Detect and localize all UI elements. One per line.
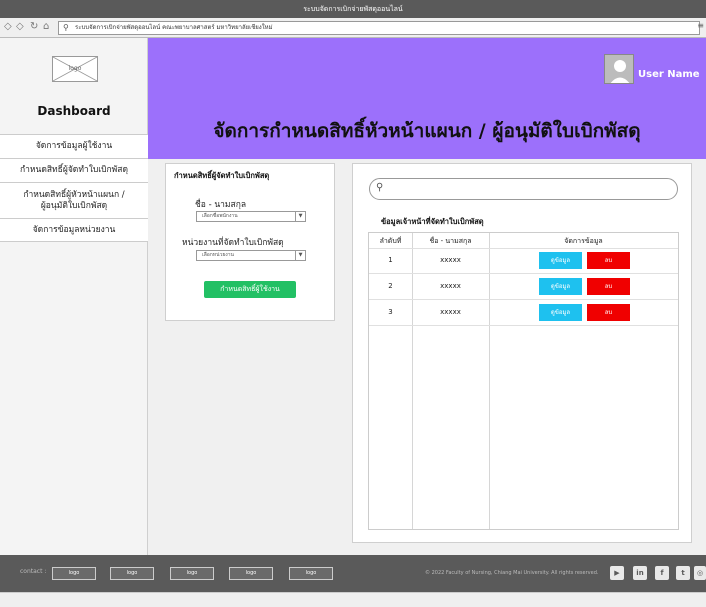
- sidebar: logo Dashboard จัดการข้อมูลผู้ใช้งาน กำห…: [0, 38, 148, 555]
- department-label: หน่วยงานที่จัดทำใบเบิกพัสดุ: [182, 238, 284, 248]
- delete-button[interactable]: ลบ: [587, 278, 630, 295]
- department-select-value: เลือกหน่วยงาน: [202, 252, 234, 258]
- assign-rights-button[interactable]: กำหนดสิทธิ์ผู้ใช้งาน: [204, 281, 296, 298]
- address-bar[interactable]: ⚲ ระบบจัดการเบิกจ่ายพัสดุออนไลน์ คณะพยาบ…: [58, 21, 700, 35]
- delete-button[interactable]: ลบ: [587, 252, 630, 269]
- sidebar-item-label: กำหนดสิทธิ์ผู้หัวหน้าแผนก / ผู้อนุมัติใบ…: [23, 189, 125, 211]
- browser-status-bar: [0, 592, 706, 607]
- delete-button[interactable]: ลบ: [587, 304, 630, 321]
- user-icon: [610, 60, 630, 83]
- view-button[interactable]: ดูข้อมูล: [539, 252, 582, 269]
- search-input[interactable]: ⚲: [369, 178, 678, 200]
- row-name: xxxxx: [440, 282, 461, 290]
- row-name: xxxxx: [440, 256, 461, 264]
- row-number: 1: [388, 256, 393, 264]
- footer-logo[interactable]: logo: [52, 567, 96, 580]
- view-button[interactable]: ดูข้อมูล: [539, 278, 582, 295]
- name-select[interactable]: เลือกชื่อพนักงาน ▼: [196, 211, 306, 222]
- refresh-icon[interactable]: ↻: [30, 21, 38, 32]
- home-icon[interactable]: ⌂: [43, 21, 49, 32]
- footer-logo[interactable]: logo: [110, 567, 154, 580]
- row-name: xxxxx: [440, 308, 461, 316]
- instagram-icon[interactable]: ◎: [694, 566, 706, 580]
- search-icon: ⚲: [376, 182, 384, 193]
- back-icon[interactable]: ◇: [4, 21, 12, 32]
- list-title: ข้อมูลเจ้าหน้าที่จัดทำใบเบิกพัสดุ: [381, 217, 484, 226]
- avatar[interactable]: [604, 54, 634, 84]
- browser-toolbar: ◇ ◇ ↻ ⌂ ⚲ ระบบจัดการเบิกจ่ายพัสดุออนไลน์…: [0, 18, 706, 38]
- username[interactable]: User Name: [638, 69, 700, 80]
- copyright-text: © 2022 Faculty of Nursing, Chiang Mai Un…: [425, 570, 599, 576]
- menu-icon[interactable]: ≡: [697, 21, 704, 30]
- page-header: User Name จัดการกำหนดสิทธิ์หัวหน้าแผนก /…: [148, 38, 706, 159]
- youtube-icon[interactable]: ▶: [610, 566, 624, 580]
- footer-logo-text: logo: [126, 570, 138, 576]
- column-header-actions: จัดการข้อมูล: [564, 237, 603, 245]
- dashboard-title: Dashboard: [37, 104, 111, 118]
- window-title: ระบบจัดการเบิกจ่ายพัสดุออนไลน์: [0, 0, 706, 18]
- chevron-down-icon: ▼: [295, 251, 305, 260]
- sidebar-item-label: จัดการข้อมูลผู้ใช้งาน: [35, 141, 113, 151]
- staff-list-panel: ⚲ ข้อมูลเจ้าหน้าที่จัดทำใบเบิกพัสดุ ลำดั…: [352, 163, 692, 543]
- column-header-name: ชื่อ - นามสกุล: [429, 237, 472, 245]
- row-number: 2: [388, 282, 393, 290]
- sidebar-item-users[interactable]: จัดการข้อมูลผู้ใช้งาน: [0, 134, 148, 158]
- linkedin-icon[interactable]: in: [633, 566, 647, 580]
- main-content: กำหนดสิทธิ์ผู้จัดทำใบเบิกพัสดุ ชื่อ - นา…: [148, 159, 706, 555]
- facebook-icon[interactable]: f: [655, 566, 669, 580]
- assign-rights-form: กำหนดสิทธิ์ผู้จัดทำใบเบิกพัสดุ ชื่อ - นา…: [165, 163, 335, 321]
- contact-label: contact :: [20, 568, 47, 575]
- column-header-no: ลำดับที่: [379, 237, 402, 245]
- form-title: กำหนดสิทธิ์ผู้จัดทำใบเบิกพัสดุ: [174, 171, 270, 180]
- footer-logo-text: logo: [186, 570, 198, 576]
- footer-logo[interactable]: logo: [170, 567, 214, 580]
- footer-logo[interactable]: logo: [229, 567, 273, 580]
- name-label: ชื่อ - นามสกุล: [195, 200, 247, 210]
- sidebar-item-requester-rights[interactable]: กำหนดสิทธิ์ผู้จัดทำใบเบิกพัสดุ: [0, 158, 148, 182]
- name-select-value: เลือกชื่อพนักงาน: [202, 213, 238, 219]
- sidebar-item-departments[interactable]: จัดการข้อมูลหน่วยงาน: [0, 218, 148, 242]
- department-select[interactable]: เลือกหน่วยงาน ▼: [196, 250, 306, 261]
- logo: logo: [52, 56, 98, 82]
- footer-logo[interactable]: logo: [289, 567, 333, 580]
- view-button[interactable]: ดูข้อมูล: [539, 304, 582, 321]
- twitter-icon[interactable]: t: [676, 566, 690, 580]
- sidebar-item-approver-rights[interactable]: กำหนดสิทธิ์ผู้หัวหน้าแผนก / ผู้อนุมัติใบ…: [0, 182, 148, 218]
- address-text: ระบบจัดการเบิกจ่ายพัสดุออนไลน์ คณะพยาบาล…: [75, 24, 273, 31]
- footer-logo-text: logo: [245, 570, 257, 576]
- staff-table: ลำดับที่ ชื่อ - นามสกุล จัดการข้อมูล 1 x…: [368, 232, 679, 530]
- logo-text: logo: [68, 65, 82, 72]
- forward-icon[interactable]: ◇: [16, 21, 24, 32]
- search-icon: ⚲: [63, 23, 69, 32]
- footer-logo-text: logo: [305, 570, 317, 576]
- footer-logo-text: logo: [68, 570, 80, 576]
- row-number: 3: [388, 308, 393, 316]
- sidebar-item-label: จัดการข้อมูลหน่วยงาน: [32, 224, 116, 235]
- chevron-down-icon: ▼: [295, 212, 305, 221]
- footer: contact : logo logo logo logo logo © 202…: [0, 555, 706, 592]
- sidebar-item-label: กำหนดสิทธิ์ผู้จัดทำใบเบิกพัสดุ: [20, 165, 128, 175]
- page-title: จัดการกำหนดสิทธิ์หัวหน้าแผนก / ผู้อนุมัต…: [213, 120, 641, 142]
